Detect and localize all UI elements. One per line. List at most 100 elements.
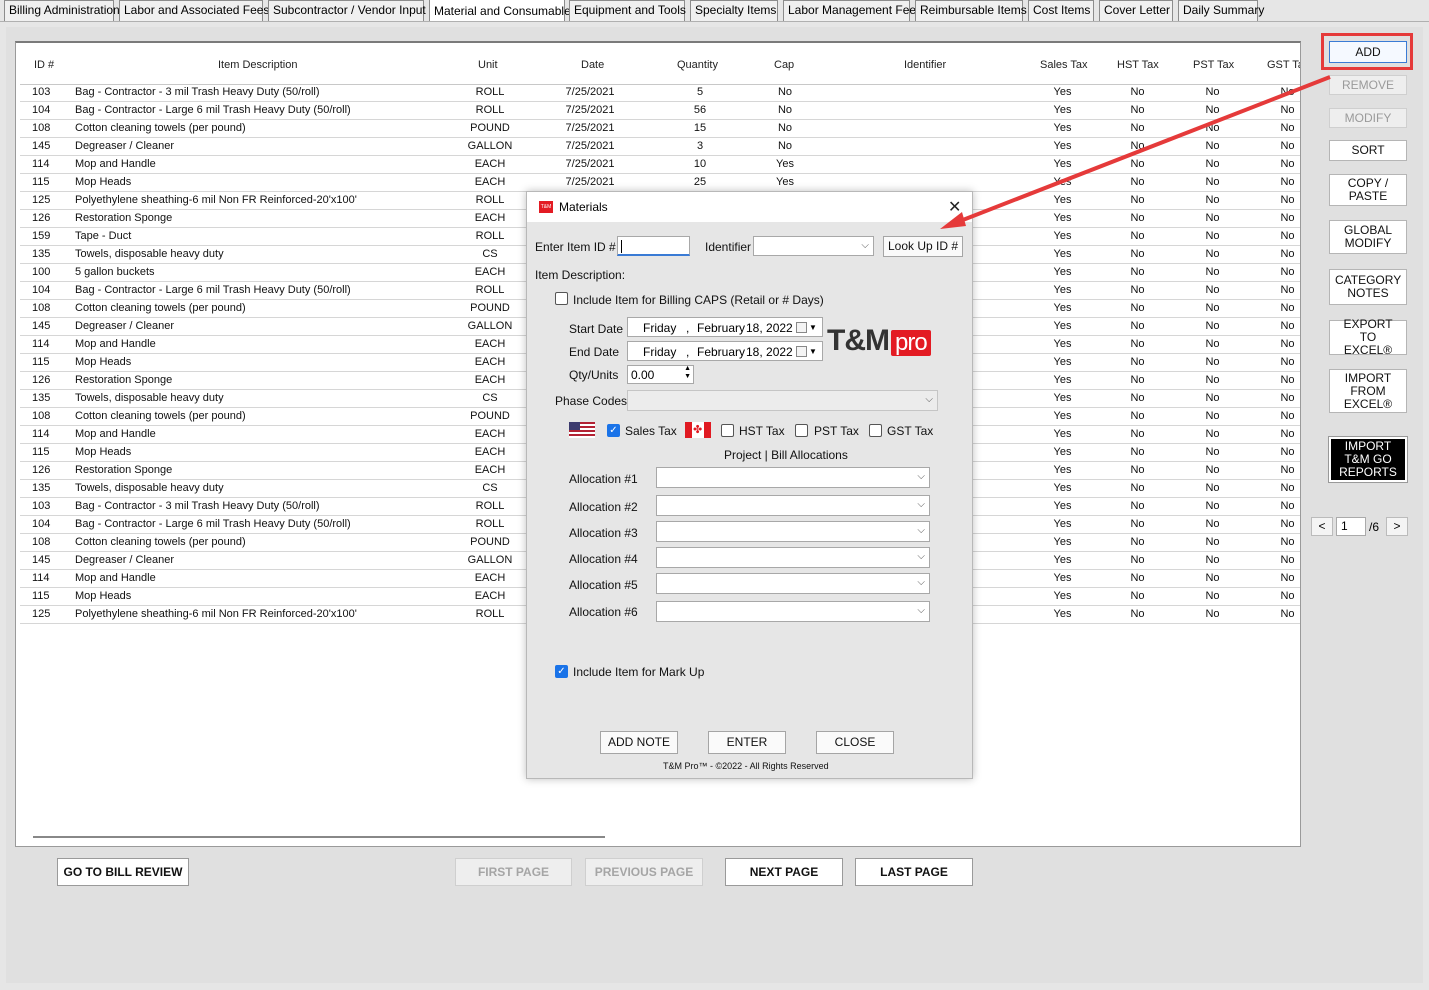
next-page-button[interactable]: NEXT PAGE	[725, 858, 843, 886]
cell-hst: No	[1130, 410, 1145, 422]
cell-id: 115	[32, 176, 50, 188]
tab-cover-letter[interactable]: Cover Letter	[1099, 0, 1173, 21]
table-row[interactable]: 145 Degreaser / Cleaner GALLON 7/25/2021 3 No…	[20, 138, 1300, 156]
include-caps-label: Include Item for Billing CAPS (Retail or…	[573, 293, 824, 307]
first-page-button[interactable]: FIRST PAGE	[455, 858, 572, 886]
sales-tax-checkbox[interactable]: ✓	[607, 424, 620, 437]
tab-material-consumable[interactable]: Material and Consumable	[429, 0, 571, 22]
header-sales-tax[interactable]: Sales Tax	[1040, 59, 1088, 71]
global-modify-button[interactable]: GLOBAL MODIFY	[1329, 220, 1407, 254]
add-note-button[interactable]: ADD NOTE	[600, 731, 678, 754]
cell-stx: Yes	[1053, 140, 1072, 152]
export-excel-button[interactable]: EXPORT TO EXCEL®	[1329, 318, 1407, 357]
header-gst-tax[interactable]: GST Ta	[1267, 59, 1300, 71]
import-tmgo-reports-button[interactable]: IMPORT T&M GO REPORTS	[1328, 436, 1408, 483]
pagination-page-input[interactable]: 1	[1336, 517, 1366, 536]
table-row[interactable]: 108 Cotton cleaning towels (per pound) POU…	[20, 120, 1300, 138]
remove-button[interactable]: REMOVE	[1329, 75, 1407, 95]
start-date-day-year: 18, 2022	[746, 321, 793, 335]
stepper-arrows-icon[interactable]: ▲ ▼	[684, 365, 691, 381]
calendar-icon[interactable]	[796, 346, 807, 357]
qty-units-stepper[interactable]: 0.00 ▲ ▼	[627, 365, 694, 384]
include-caps-checkbox[interactable]	[555, 292, 568, 305]
cell-desc: Bag - Contractor - 3 mil Trash Heavy Dut…	[75, 86, 320, 98]
import-excel-button[interactable]: IMPORT FROM EXCEL®	[1329, 369, 1407, 413]
tab-labor-fees[interactable]: Labor and Associated Fees	[119, 0, 269, 21]
header-pst-tax[interactable]: PST Tax	[1193, 59, 1234, 71]
end-date-picker[interactable]: Friday , February 18, 2022 ▼	[627, 341, 823, 361]
tab-cost-items[interactable]: Cost Items	[1028, 0, 1094, 21]
pst-tax-checkbox[interactable]	[795, 424, 808, 437]
calendar-icon[interactable]	[796, 322, 807, 333]
cell-id: 108	[32, 536, 51, 548]
previous-page-button[interactable]: PREVIOUS PAGE	[585, 858, 703, 886]
item-id-input[interactable]	[617, 236, 690, 256]
category-notes-button[interactable]: CATEGORY NOTES	[1329, 269, 1407, 305]
sort-button[interactable]: SORT	[1329, 140, 1407, 161]
copy-paste-button[interactable]: COPY / PASTE	[1329, 174, 1407, 206]
cell-cap: Yes	[776, 158, 794, 170]
pagination-prev-button[interactable]: <	[1311, 517, 1333, 536]
cell-desc: Degreaser / Cleaner	[75, 320, 175, 332]
horizontal-scrollbar[interactable]	[33, 836, 605, 838]
header-date[interactable]: Date	[581, 59, 604, 71]
cell-hst: No	[1130, 212, 1145, 224]
table-row[interactable]: 114 Mop and Handle EACH 7/25/2021 10 Yes Yes No…	[20, 156, 1300, 174]
cell-stx: Yes	[1053, 122, 1072, 134]
cell-stx: Yes	[1053, 374, 1072, 386]
header-quantity[interactable]: Quantity	[677, 59, 718, 71]
tab-billing-administration[interactable]: Billing Administration	[4, 0, 120, 21]
hst-tax-checkbox[interactable]	[721, 424, 734, 437]
cell-stx: Yes	[1053, 86, 1072, 98]
allocation-1-select[interactable]: ⌵	[656, 467, 930, 488]
cell-pst: No	[1205, 590, 1220, 602]
last-page-button[interactable]: LAST PAGE	[855, 858, 973, 886]
header-identifier[interactable]: Identifier	[904, 59, 946, 71]
header-id[interactable]: ID #	[34, 59, 54, 71]
include-markup-checkbox[interactable]: ✓	[555, 665, 568, 678]
cell-unit: EACH	[474, 356, 506, 368]
allocation-3-select[interactable]: ⌵	[656, 521, 930, 542]
allocation-5-select[interactable]: ⌵	[656, 573, 930, 594]
cell-id: 135	[32, 248, 51, 260]
table-row[interactable]: 115 Mop Heads EACH 7/25/2021 25 Yes Yes No No No	[20, 174, 1300, 192]
enter-button[interactable]: ENTER	[708, 731, 786, 754]
allocation-2-select[interactable]: ⌵	[656, 495, 930, 516]
tab-subcontractor[interactable]: Subcontractor / Vendor Input	[268, 0, 426, 21]
allocation-6-select[interactable]: ⌵	[656, 601, 930, 622]
go-to-bill-review-button[interactable]: GO TO BILL REVIEW	[57, 858, 189, 886]
close-button[interactable]: CLOSE	[816, 731, 894, 754]
cell-id: 115	[32, 446, 50, 458]
gst-tax-checkbox[interactable]	[869, 424, 882, 437]
identifier-select[interactable]: ⌵	[753, 236, 874, 256]
cell-pst: No	[1205, 356, 1220, 368]
end-date-label: End Date	[569, 345, 620, 359]
cell-desc: Restoration Sponge	[75, 374, 173, 386]
cell-pst: No	[1205, 338, 1220, 350]
tab-equipment-tools[interactable]: Equipment and Tools	[569, 0, 686, 21]
cell-hst: No	[1130, 482, 1145, 494]
header-description[interactable]: Item Description	[218, 59, 297, 71]
look-up-id-button[interactable]: Look Up ID #	[883, 236, 963, 257]
header-unit[interactable]: Unit	[478, 59, 498, 71]
allocation-6-label: Allocation #6	[569, 605, 638, 619]
tab-reimbursable-items[interactable]: Reimbursable Items	[915, 0, 1027, 21]
pagination-next-button[interactable]: >	[1386, 517, 1408, 536]
modify-button[interactable]: MODIFY	[1329, 108, 1407, 128]
tab-specialty-items[interactable]: Specialty Items	[690, 0, 778, 21]
allocation-4-select[interactable]: ⌵	[656, 547, 930, 568]
cell-stx: Yes	[1053, 212, 1072, 224]
cell-desc: Mop and Handle	[75, 158, 156, 170]
cell-desc: Bag - Contractor - Large 6 mil Trash Hea…	[75, 518, 351, 530]
close-icon[interactable]: ✕	[948, 197, 961, 217]
tab-daily-summary[interactable]: Daily Summary	[1178, 0, 1264, 21]
header-hst-tax[interactable]: HST Tax	[1117, 59, 1159, 71]
cell-hst: No	[1130, 302, 1145, 314]
tab-labor-management-fee[interactable]: Labor Management Fee	[783, 0, 916, 21]
table-row[interactable]: 103 Bag - Contractor - 3 mil Trash Heavy …	[20, 84, 1300, 102]
cell-id: 103	[32, 500, 51, 512]
phase-codes-select[interactable]: ⌵	[627, 390, 938, 411]
header-cap[interactable]: Cap	[774, 59, 794, 71]
start-date-picker[interactable]: Friday , February 18, 2022 ▼	[627, 317, 823, 337]
table-row[interactable]: 104 Bag - Contractor - Large 6 mil Trash …	[20, 102, 1300, 120]
